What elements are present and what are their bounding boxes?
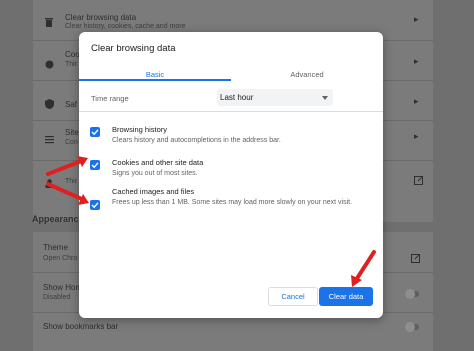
dialog-title: Clear browsing data bbox=[91, 43, 176, 54]
time-range-value: Last hour bbox=[220, 93, 254, 102]
bg-row-bookmarks-title[interactable]: Show bookmarks bar bbox=[43, 322, 118, 331]
bg-row-cookies-sub: Thir bbox=[65, 61, 78, 68]
bg-row-theme-title[interactable]: Theme bbox=[43, 243, 68, 252]
active-tab-indicator bbox=[79, 79, 231, 81]
bookmarks-bar-toggle[interactable] bbox=[405, 322, 419, 332]
bg-row-safety-title[interactable]: Saf bbox=[65, 100, 77, 109]
bg-row-site-title[interactable]: Site bbox=[65, 128, 79, 137]
option-description: Frees up less than 1 MB. Some sites may … bbox=[112, 199, 353, 206]
bg-row-theme-sub: Open Chro bbox=[43, 255, 78, 262]
option-description: Signs you out of most sites. bbox=[112, 170, 198, 177]
bg-row-clear-title[interactable]: Clear browsing data bbox=[65, 13, 136, 22]
tab-advanced[interactable]: Advanced bbox=[231, 66, 383, 83]
bg-row-home-title[interactable]: Show Hom bbox=[43, 283, 82, 292]
home-button-toggle[interactable] bbox=[405, 289, 419, 299]
chevron-right-icon: ▸ bbox=[414, 56, 419, 66]
shield-icon bbox=[45, 96, 54, 109]
option-title: Browsing history bbox=[112, 125, 168, 134]
section-heading-appearance: Appearance bbox=[32, 214, 84, 224]
bg-row-site-sub: Con bbox=[65, 139, 78, 146]
option-description: Clears history and autocompletions in th… bbox=[112, 137, 281, 144]
cancel-button[interactable]: Cancel bbox=[268, 287, 318, 306]
bg-row-clear-sub: Clear history, cookies, cache and more bbox=[65, 23, 186, 30]
dropdown-caret-icon bbox=[322, 96, 328, 100]
bg-row-cookies-title[interactable]: Coo bbox=[65, 50, 80, 59]
chevron-right-icon: ▸ bbox=[414, 96, 419, 106]
trash-icon bbox=[45, 14, 53, 27]
option-title: Cookies and other site data bbox=[112, 158, 204, 167]
bg-row-home-sub: Disabled bbox=[43, 294, 71, 301]
clear-browsing-data-dialog: Clear browsing data Basic Advanced Time … bbox=[79, 32, 383, 318]
cookie-icon bbox=[45, 56, 54, 69]
sliders-icon bbox=[45, 131, 54, 144]
annotation-arrow-clear-data bbox=[351, 250, 376, 287]
time-range-select[interactable]: Last hour bbox=[217, 89, 333, 106]
open-external-icon bbox=[411, 250, 420, 263]
annotation-arrow-cookies bbox=[46, 156, 88, 176]
option-title: Cached images and files bbox=[112, 187, 195, 196]
annotation-arrow-cached bbox=[46, 182, 89, 205]
browsing-history-checkbox[interactable] bbox=[90, 127, 100, 137]
open-external-icon bbox=[414, 172, 423, 185]
chevron-right-icon: ▸ bbox=[414, 14, 419, 24]
chevron-right-icon: ▸ bbox=[414, 131, 419, 141]
time-range-label: Time range bbox=[91, 94, 129, 103]
